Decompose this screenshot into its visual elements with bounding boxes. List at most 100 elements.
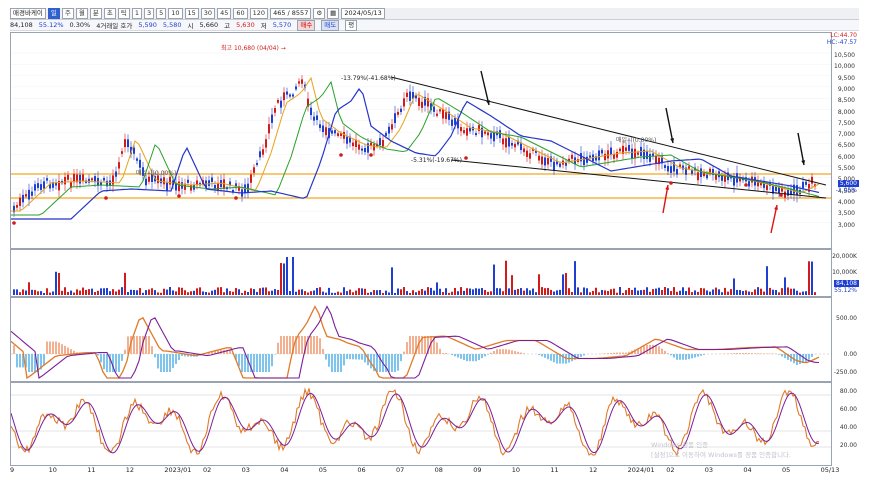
interval-60-button[interactable]: 60 <box>233 8 248 19</box>
volume-bar <box>241 292 243 295</box>
activation-watermark-text: [설정]으로 이동하여 Windows를 정품 인증합니다. <box>651 451 792 459</box>
calendar-icon[interactable]: ▦ <box>327 8 340 19</box>
candle-body <box>43 181 45 189</box>
volume-bar <box>178 287 180 295</box>
ask-value: 5,580 <box>162 21 182 29</box>
volume-bar <box>667 288 669 295</box>
volume-bar <box>16 289 18 295</box>
volume-bar <box>190 291 192 295</box>
interval-1-button[interactable]: 1 <box>131 8 142 19</box>
timeframe-week-button[interactable]: 주 <box>61 8 74 19</box>
macd-histogram-bar <box>397 354 399 371</box>
candle-body <box>331 130 333 134</box>
buy-signal-dot <box>779 193 783 197</box>
candle-body <box>283 92 285 101</box>
date-field[interactable]: 2024/05/13 <box>341 8 385 19</box>
macd-histogram-bar <box>784 354 786 359</box>
bottom-trendline-label: -5.31%(-19.67%) <box>411 157 462 164</box>
range-field[interactable]: 465 / 8557 <box>270 8 312 19</box>
stock-name-field[interactable]: 매경바케이 <box>10 8 46 19</box>
candle-body <box>538 155 540 161</box>
macd-histogram-bar <box>580 354 582 357</box>
date-tick: 09 <box>473 466 482 474</box>
macd-histogram-bar <box>124 349 126 354</box>
volume-bar <box>193 290 195 295</box>
candle-body <box>733 177 735 186</box>
price-panel[interactable]: 최고 10,680 (04/04) → -13.79%(-41.68%) -5.… <box>10 32 832 249</box>
interval-15-button[interactable]: 15 <box>184 8 199 19</box>
volume-bar <box>148 289 150 295</box>
candle-body <box>544 157 546 166</box>
macd-histogram-bar <box>19 354 21 368</box>
interval-120-button[interactable]: 120 <box>249 8 269 19</box>
interval-30-button[interactable]: 30 <box>200 8 216 19</box>
volume-bar <box>700 288 702 295</box>
volume-bar <box>685 291 687 295</box>
volume-bar <box>172 290 174 295</box>
timeframe-second-button[interactable]: 초 <box>103 8 116 19</box>
stochastic-panel[interactable]: Windows 정품 인증 [설정]으로 이동하여 Windows를 정품 인증… <box>10 382 832 466</box>
settings-icon[interactable]: ⚙ <box>313 8 326 19</box>
candle-body <box>805 181 807 185</box>
volume-bar <box>775 290 777 295</box>
interval-10-button[interactable]: 10 <box>168 8 183 19</box>
macd-histogram-bar <box>394 354 396 372</box>
flat-button[interactable]: 평 <box>345 19 358 31</box>
volume-bar <box>769 287 771 295</box>
macd-panel[interactable] <box>10 297 832 382</box>
volume-bar <box>112 289 114 295</box>
buy-button[interactable]: 매수 <box>297 19 316 31</box>
interval-5-button[interactable]: 5 <box>156 8 167 19</box>
volume-bar <box>460 287 462 295</box>
volume-bar <box>571 292 573 295</box>
candle-body <box>688 166 690 169</box>
volume-bar <box>583 287 585 295</box>
volume-panel[interactable] <box>10 249 832 297</box>
macd-histogram-bar <box>157 354 159 369</box>
macd-histogram-bar <box>547 354 549 360</box>
volume-tick-20000: 20,000K <box>832 253 857 260</box>
volume-bar <box>673 287 675 295</box>
volume-bar <box>166 289 168 295</box>
stoch-tick-20: 20.00 <box>839 442 857 449</box>
macd-histogram-bar <box>100 354 102 363</box>
volume-bar <box>310 291 312 295</box>
timeframe-tick-button[interactable]: 틱 <box>117 8 130 19</box>
volume-bar <box>586 288 588 295</box>
macd-histogram-bar <box>391 354 393 372</box>
volume-bar <box>574 261 576 295</box>
interval-45-button[interactable]: 45 <box>217 8 232 19</box>
volume-bar <box>523 290 525 295</box>
candle-body <box>526 150 528 157</box>
volume-bar <box>184 290 186 295</box>
volume-bar <box>463 290 465 295</box>
macd-histogram-bar <box>241 354 243 372</box>
date-tick: 2024/01 <box>627 466 655 474</box>
timeframe-month-button[interactable]: 월 <box>75 8 88 19</box>
candle-body <box>400 108 402 113</box>
macd-histogram-bar <box>757 353 759 354</box>
volume-bar <box>607 290 609 295</box>
volume-bar <box>598 292 600 295</box>
volume-bar <box>250 288 252 295</box>
macd-histogram-bar <box>619 352 621 354</box>
volume-bar <box>355 290 357 295</box>
interval-3-button[interactable]: 3 <box>143 8 155 19</box>
timeframe-minute-button[interactable]: 분 <box>89 8 102 19</box>
candle-body <box>64 176 66 185</box>
price-tick: 10,000 <box>834 63 855 71</box>
candle-body <box>22 194 24 203</box>
date-tick: 03 <box>241 466 250 474</box>
sell-button[interactable]: 매도 <box>321 19 340 31</box>
timeframe-day-button[interactable]: 일 <box>47 8 60 19</box>
macd-histogram-bar <box>736 353 738 354</box>
ma-long-line <box>11 87 820 220</box>
macd-histogram-bar <box>148 336 150 354</box>
candle-body <box>691 170 693 174</box>
candle-body <box>667 166 669 172</box>
volume-bar <box>787 287 789 295</box>
date-tick: 2023/01 <box>164 466 192 474</box>
volume-bar <box>34 290 36 295</box>
volume-bar <box>733 278 735 295</box>
volume-bar <box>379 289 381 295</box>
